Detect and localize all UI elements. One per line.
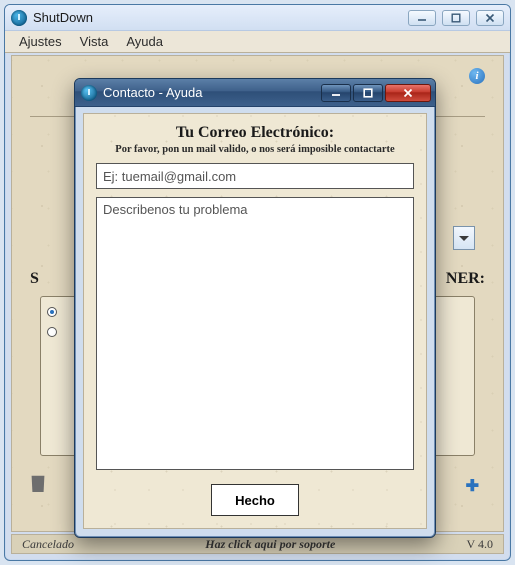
problem-textarea[interactable] (96, 197, 414, 470)
status-left: Cancelado (12, 537, 74, 552)
radio-option-1[interactable] (47, 307, 57, 317)
dialog-maximize-button[interactable] (353, 84, 383, 102)
menu-ayuda[interactable]: Ayuda (118, 32, 171, 51)
trash-icon[interactable] (30, 474, 46, 492)
dialog-heading: Tu Correo Electrónico: (96, 124, 414, 142)
dialog-subheading: Por favor, pon un mail valido, o nos ser… (96, 144, 414, 155)
main-title: ShutDown (33, 10, 93, 25)
close-button[interactable] (476, 10, 504, 26)
menu-ajustes[interactable]: Ajustes (11, 32, 70, 51)
section-heading-left: S (30, 271, 50, 287)
status-version: V 4.0 (467, 537, 503, 552)
dialog-minimize-button[interactable] (321, 84, 351, 102)
main-titlebar[interactable]: ShutDown (5, 5, 510, 31)
radio-option-2[interactable] (47, 327, 57, 337)
window-buttons (408, 10, 504, 26)
dialog-app-icon (81, 85, 97, 101)
maximize-button[interactable] (442, 10, 470, 26)
contact-dialog: Contacto - Ayuda Tu Correo Electrónico: … (74, 78, 436, 538)
dropdown-toggle[interactable] (453, 226, 475, 250)
section-heading-right: NER: (446, 271, 485, 287)
app-icon (11, 10, 27, 26)
minimize-button[interactable] (408, 10, 436, 26)
dialog-close-button[interactable] (385, 84, 431, 102)
dialog-title: Contacto - Ayuda (103, 85, 203, 100)
dialog-titlebar[interactable]: Contacto - Ayuda (75, 79, 435, 107)
dialog-body: Tu Correo Electrónico: Por favor, pon un… (83, 113, 427, 529)
status-support-link[interactable]: Haz click aqui por soporte (74, 537, 467, 552)
menu-vista[interactable]: Vista (72, 32, 117, 51)
dialog-window-buttons (319, 84, 431, 102)
menubar: Ajustes Vista Ayuda (5, 31, 510, 53)
email-field[interactable] (96, 163, 414, 189)
plus-icon[interactable]: ✚ (466, 476, 479, 496)
dialog-button-row: Hecho (96, 484, 414, 516)
info-icon[interactable]: i (469, 68, 485, 84)
done-button[interactable]: Hecho (211, 484, 299, 516)
